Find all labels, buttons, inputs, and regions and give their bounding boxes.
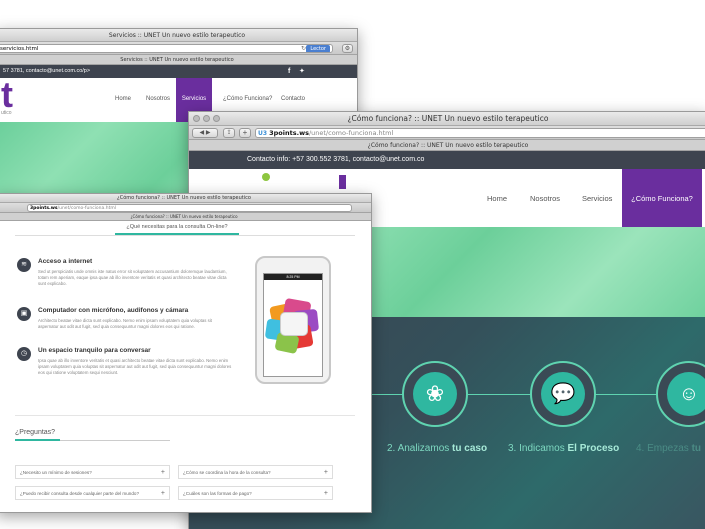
site-favicon: U3 [258, 130, 268, 137]
contact-bar: 57 3781, contacto@unet.com.co/p> f ✦ [0, 65, 357, 78]
toolbar: ◀ ▶ ⇪ + U3 3points.ws/unet/como-funciona… [189, 126, 705, 140]
faq-item[interactable]: ¿Necesito un mínimo de sesiones? + [15, 465, 170, 479]
window-titlebar: Servicios :: UNET Un nuevo estilo terape… [0, 29, 357, 42]
clock-icon: ◷ [17, 347, 31, 361]
contact-info: 57 3781, contacto@unet.com.co/p> [3, 68, 91, 74]
faq-item[interactable]: ¿Cómo se coordina la hora de la consulta… [178, 465, 333, 479]
twitter-icon[interactable]: ✦ [299, 65, 305, 78]
item-body-computer: Architecto beatae vitae dicta sunt expli… [38, 318, 212, 329]
minimize-icon[interactable] [203, 115, 210, 122]
refresh-icon[interactable]: ↻ [301, 45, 306, 52]
phone-status-bar: 8:25 PM [264, 274, 322, 280]
traffic-lights [193, 115, 223, 122]
faq-item[interactable]: ¿Cuáles son las formas de pago? + [178, 486, 333, 500]
faq-title-accent [15, 439, 60, 441]
window-title: Servicios :: UNET Un nuevo estilo terape… [108, 32, 246, 39]
tab-bar: ¿Cómo funciona? :: UNET Un nuevo estilo … [189, 140, 705, 151]
tab-como-funciona[interactable]: ¿Cómo funciona? :: UNET Un nuevo estilo … [130, 214, 237, 219]
plus-icon: + [323, 490, 328, 497]
phone-screen: 8:25 PM [263, 273, 323, 377]
new-tab-icon[interactable]: + [239, 128, 251, 138]
nav-home[interactable]: Home [115, 96, 131, 102]
contact-bar: Contacto info: +57 300.552 3781, contact… [189, 151, 705, 169]
plus-icon: + [160, 490, 165, 497]
nav-nosotros[interactable]: Nosotros [530, 194, 560, 203]
tab-servicios[interactable]: Servicios :: UNET Un nuevo estilo terape… [120, 57, 233, 63]
facebook-icon[interactable]: f [288, 65, 290, 78]
step-circle-2: ❀ [402, 361, 468, 427]
nav-como-funciona[interactable]: ¿Cómo Funciona? [223, 96, 272, 102]
item-title-internet: Acceso a internet [38, 258, 93, 265]
url-input[interactable]: U3 3points.ws/unet/como-funciona.html [255, 128, 705, 138]
address-bar: servicios.html Lector ↻ ⚙ [0, 42, 357, 55]
computer-icon: ▣ [17, 307, 31, 321]
wink-face-icon: ☺ [678, 383, 700, 405]
nav-servicios[interactable]: Servicios [582, 194, 612, 203]
nav-home[interactable]: Home [487, 194, 507, 203]
url-input[interactable]: servicios.html Lector ↻ [0, 44, 333, 53]
logo-subtitle: utico [1, 110, 12, 116]
item-body-espacio: Ipsa quae ab illo inventore veritatis et… [38, 358, 232, 375]
nav-nosotros[interactable]: Nosotros [146, 96, 170, 102]
gear-icon[interactable]: ⚙ [342, 44, 353, 53]
toolbar: 3points.ws/unet/como-funciona.html [0, 203, 371, 213]
nav-contacto[interactable]: Contacto [281, 96, 305, 102]
content-divider [15, 415, 355, 416]
item-body-internet: Sed ut perspiciatis unde omnis iste natu… [38, 269, 227, 286]
item-title-computer: Computador con micrófono, audifonos y cá… [38, 307, 189, 314]
close-icon[interactable] [193, 115, 200, 122]
item-title-espacio: Un espacio tranquilo para conversar [38, 347, 151, 354]
url-input[interactable]: 3points.ws/unet/como-funciona.html [27, 204, 352, 212]
zoom-icon[interactable] [213, 115, 220, 122]
phone-illustration: 8:25 PM [255, 256, 331, 384]
window-title: ¿Cómo funciona? :: UNET Un nuevo estilo … [347, 114, 549, 123]
tab-bar: Servicios :: UNET Un nuevo estilo terape… [0, 55, 357, 65]
plus-icon: + [323, 469, 328, 476]
logo-dot-green [262, 173, 270, 181]
step-circle-4: ☺ [656, 361, 705, 427]
step-label-3: 3. Indicamos El Proceso [508, 443, 620, 454]
browser-window-requisitos: ¿Cómo funciona? :: UNET Un nuevo estilo … [0, 193, 372, 513]
section-tab[interactable]: ¿Qué necesitas para la consulta On-line? [115, 224, 239, 235]
brain-icon: ❀ [425, 381, 445, 406]
plus-icon: + [160, 469, 165, 476]
step-label-4: 4. Empezas tu [636, 443, 702, 454]
chat-bubble-icon: 💬 [550, 383, 576, 405]
window-titlebar: ¿Cómo funciona? :: UNET Un nuevo estilo … [189, 112, 705, 126]
faq-item[interactable]: ¿Puedo recibir consulta desde cualquier … [15, 486, 170, 500]
window-titlebar: ¿Cómo funciona? :: UNET Un nuevo estilo … [0, 194, 371, 203]
contact-info: Contacto info: +57 300.552 3781, contact… [247, 156, 425, 163]
section-divider [15, 235, 355, 236]
nav-como-funciona[interactable]: ¿Cómo Funciona? [622, 169, 702, 227]
step-label-2: 2. Analizamos tu caso [387, 443, 488, 454]
window-title: ¿Cómo funciona? :: UNET Un nuevo estilo … [117, 195, 251, 201]
share-icon[interactable]: ⇪ [223, 128, 235, 138]
back-forward-buttons[interactable]: ◀ ▶ [192, 128, 218, 138]
step-circle-3: 💬 [530, 361, 596, 427]
tab-bar: ¿Cómo funciona? :: UNET Un nuevo estilo … [0, 213, 371, 221]
wifi-icon: ≋ [17, 258, 31, 272]
reader-button[interactable]: Lector [306, 45, 330, 52]
tab-como-funciona[interactable]: ¿Cómo funciona? :: UNET Un nuevo estilo … [368, 142, 529, 149]
faq-title: ¿Preguntas? [15, 429, 56, 436]
logo-bar-purple [339, 175, 346, 189]
page-content: ¿Qué necesitas para la consulta On-line?… [0, 221, 371, 512]
